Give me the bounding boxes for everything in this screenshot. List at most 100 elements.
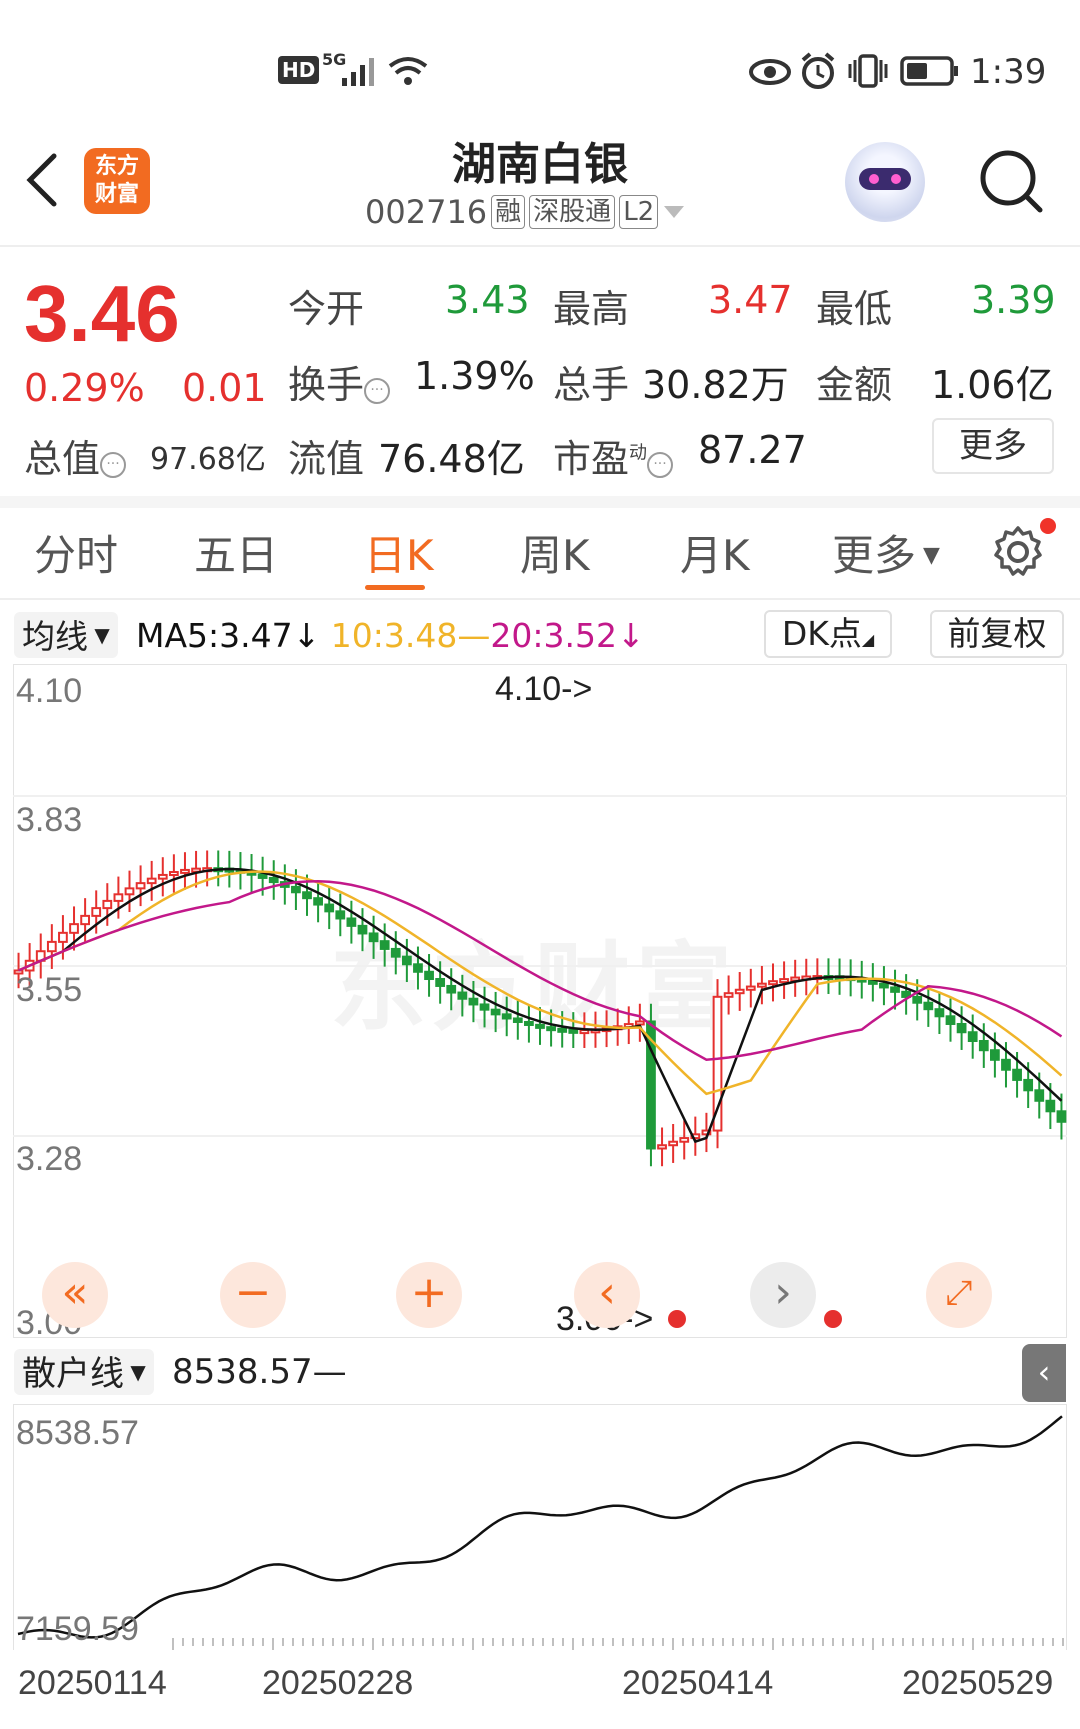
turnover-label: 换手 ··· [288, 354, 391, 409]
assistant-avatar[interactable] [845, 142, 925, 222]
alarm-icon [801, 52, 835, 89]
change-amount: 0.01 [182, 366, 267, 410]
stock-name: 湖南白银 [452, 139, 628, 190]
logo-text-top: 东方 [94, 154, 139, 179]
y-tick-label: 3.83 [16, 801, 83, 839]
dk-point-button[interactable]: DK点◢ [764, 610, 892, 658]
candle-body [1023, 1078, 1034, 1092]
status-bar: HD 5G 1:39 [0, 0, 1080, 110]
low-label: 最低 [816, 287, 893, 331]
candle-body [424, 970, 434, 981]
header-divider [0, 245, 1080, 247]
candle-body [745, 985, 756, 991]
adjust-button[interactable]: 前复权 [930, 610, 1064, 658]
tag-margin: 融 [491, 195, 526, 229]
info-icon[interactable]: ··· [100, 452, 127, 478]
zoom-in-button[interactable]: + [396, 1262, 462, 1328]
collapse-panel-button[interactable]: ‹ [1022, 1344, 1066, 1402]
last-price: 3.46 [24, 269, 180, 358]
ma5-line [17, 867, 1063, 1144]
candle-body [91, 907, 102, 917]
candle-body [734, 988, 745, 995]
candle-body [46, 940, 57, 953]
candle-body [135, 882, 146, 890]
candle-body [457, 991, 468, 1000]
candle-body [501, 1013, 512, 1020]
section-divider [0, 496, 1080, 508]
candle-body [890, 986, 900, 993]
candle-body [668, 1140, 679, 1147]
indicator-selector[interactable]: 散户线 ▼ [14, 1349, 154, 1395]
tab-monthly-k[interactable]: 月K [680, 522, 750, 583]
info-icon[interactable]: ··· [647, 452, 674, 478]
tab-more[interactable]: 更多 ▼ [832, 522, 940, 583]
candle-body [923, 1001, 934, 1011]
amount-label: 金额 [816, 363, 893, 407]
candle-body [368, 932, 379, 943]
info-icon[interactable]: ··· [364, 378, 391, 404]
candle-body [80, 914, 90, 926]
back-arrow-icon[interactable] [22, 150, 62, 210]
candle-body [779, 978, 789, 984]
fullscreen-button[interactable]: ⤢ [926, 1262, 992, 1328]
step-back-button[interactable]: ‹ [574, 1262, 640, 1328]
candle-body [168, 871, 179, 877]
volume-label: 总手 [553, 363, 630, 407]
pe-label: 市盈动··· [553, 428, 674, 483]
candle-body [723, 992, 734, 998]
candle-body [912, 995, 923, 1004]
candle-body [967, 1031, 978, 1042]
tabs-divider [0, 598, 1080, 600]
battery-icon [900, 56, 958, 86]
candle-body [324, 903, 335, 913]
tab-five-day[interactable]: 五日 [194, 522, 278, 583]
candle-body [568, 1028, 579, 1034]
candle-body [335, 910, 346, 920]
amount-value: 1.06亿 [931, 363, 1054, 407]
candle-body [934, 1008, 945, 1018]
max-price-marker: 4.10-> [495, 670, 593, 708]
tab-weekly-k[interactable]: 周K [520, 522, 590, 583]
candle-body [978, 1039, 989, 1052]
indicator-y-min: 7159.59 [16, 1610, 139, 1648]
float-cap-value: 76.48亿 [378, 437, 525, 481]
ma20-value: 20:3.52↓ [490, 616, 645, 655]
wifi-icon [388, 57, 428, 85]
candle-body [113, 893, 124, 902]
ma-selector[interactable]: 均线 ▼ [14, 612, 118, 658]
indicator-y-max: 8538.57 [16, 1414, 139, 1452]
candle-body [58, 931, 68, 943]
ma10-value: 10:3.48— [330, 616, 491, 655]
stock-subtitle[interactable]: 002716 融 深股通 L2 [365, 193, 686, 231]
indicator-chart [17, 1415, 1064, 1650]
zoom-out-button[interactable]: − [220, 1262, 286, 1328]
high-value: 3.47 [708, 278, 793, 322]
candle-body [757, 982, 767, 988]
open-value: 3.43 [445, 278, 530, 322]
app-logo[interactable]: 东方 财富 [84, 148, 150, 214]
tab-intraday[interactable]: 分时 [34, 522, 118, 583]
ma-values: MA5:3.47↓ 10:3.48—20:3.52↓ [136, 614, 645, 658]
fast-backward-button[interactable]: « [42, 1262, 108, 1328]
low-value: 3.39 [971, 278, 1056, 322]
candle-body [1001, 1058, 1011, 1071]
candle-body [379, 940, 390, 950]
candle-body [446, 984, 457, 994]
step-forward-button[interactable]: › [750, 1262, 816, 1328]
candle-body [435, 978, 446, 987]
candle-body [535, 1023, 545, 1029]
search-icon[interactable] [976, 146, 1046, 216]
candle-body [546, 1026, 556, 1032]
candle-body [69, 923, 79, 934]
candle-body [479, 1003, 490, 1011]
candle-body [390, 947, 401, 958]
more-quote-button[interactable]: 更多 [932, 418, 1054, 474]
kline-chart[interactable] [13, 664, 1067, 1338]
tab-daily-k[interactable]: 日K [364, 522, 434, 583]
candle-body [302, 891, 312, 900]
notification-dot [1040, 518, 1056, 534]
high-label: 最高 [553, 287, 630, 331]
ma10-line [17, 870, 1063, 1096]
candle-body [146, 877, 157, 885]
indicator-value: 8538.57— [172, 1352, 347, 1392]
